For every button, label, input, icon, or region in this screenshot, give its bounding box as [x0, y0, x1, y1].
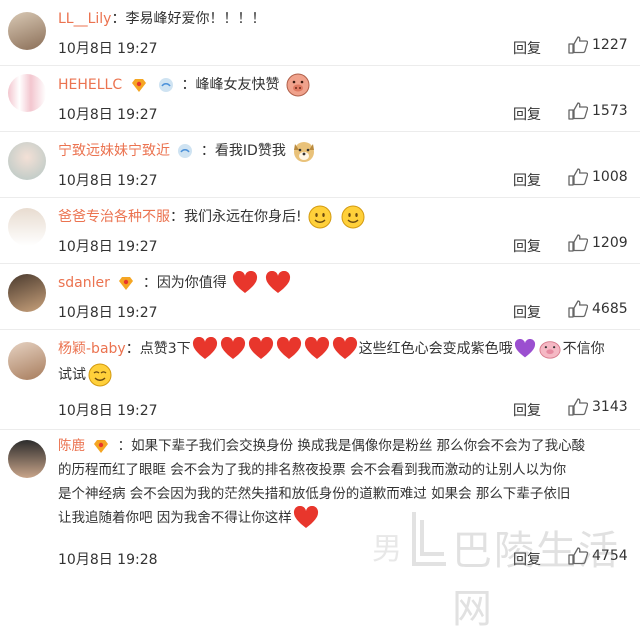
member-badge-icon — [159, 78, 174, 92]
member-badge-icon — [178, 144, 193, 158]
timestamp: 10月8日 19:27 — [58, 239, 158, 255]
comment-item: 杨颖-baby：点赞3下 这些红色心会变成紫色哦 不信你 试试 10月8日 19:27… — [0, 330, 640, 430]
username[interactable]: sdanler — [58, 275, 110, 291]
comment-text: 试试 — [58, 367, 86, 383]
timestamp: 10月8日 19:27 — [58, 403, 158, 419]
like-count: 1008 — [592, 169, 628, 185]
watermark-logo-icon — [412, 512, 446, 566]
avatar[interactable] — [8, 342, 46, 380]
heart-emoji-icon — [276, 337, 301, 359]
comment-text: 点赞3下 — [139, 341, 191, 357]
comment-text: 看我ID赞我 — [214, 143, 286, 159]
comment-item: 宁致远妹妹宁致近 ：看我ID赞我 10月8日 19:27 回复 1008 — [0, 132, 640, 198]
thumbs-up-icon — [568, 300, 588, 318]
vip-badge-icon — [94, 440, 109, 453]
username[interactable]: 陈鹿 — [58, 438, 85, 454]
heart-emoji-icon — [332, 337, 357, 359]
like-button[interactable]: 1227 — [568, 36, 628, 54]
comment-text-line: 爸爸专治各种不服：我们永远在你身后! — [58, 204, 630, 230]
like-count: 1573 — [592, 103, 628, 119]
timestamp: 10月8日 19:27 — [58, 41, 158, 57]
like-button[interactable]: 3143 — [568, 398, 628, 416]
avatar[interactable] — [8, 12, 46, 50]
heart-emoji-icon — [248, 337, 273, 359]
vip-badge-icon — [119, 277, 134, 290]
heart-emoji-icon — [265, 271, 290, 293]
reply-button[interactable]: 回复 — [513, 236, 541, 256]
like-count: 4685 — [592, 301, 628, 317]
thumbs-up-icon — [568, 102, 588, 120]
reply-button[interactable]: 回复 — [513, 38, 541, 58]
purple-heart-emoji-icon — [514, 339, 535, 358]
comment-text: 李易峰好爱你！！！！ — [125, 11, 266, 27]
comment-item: LL__Lily：李易峰好爱你！！！！ 10月8日 19:27 回复 1227 — [0, 0, 640, 66]
avatar[interactable] — [8, 74, 46, 112]
avatar[interactable] — [8, 440, 46, 478]
comment-text: 我们永远在你身后! — [184, 209, 302, 225]
avatar[interactable] — [8, 208, 46, 246]
timestamp: 10月8日 19:27 — [58, 173, 158, 189]
heart-emoji-icon — [233, 271, 258, 293]
comment-text: 让我追随着你吧 因为我舍不得让你这样 — [58, 510, 292, 526]
timestamp: 10月8日 19:27 — [58, 305, 158, 321]
watermark-text: 巴陵生活网 — [452, 528, 620, 632]
comment-text-line: sdanler ：因为你值得 — [58, 270, 630, 296]
comment-text: 因为你值得 — [156, 275, 227, 291]
comment-item: 爸爸专治各种不服：我们永远在你身后! 10月8日 19:27 回复 1209 — [0, 198, 640, 264]
like-button[interactable]: 1209 — [568, 234, 628, 252]
comment-item: HEHELLC ：峰峰女友快赞 10月8日 19:27 回复 1573 — [0, 66, 640, 132]
like-button[interactable]: 1008 — [568, 168, 628, 186]
like-button[interactable]: 4685 — [568, 300, 628, 318]
username[interactable]: HEHELLC — [58, 77, 122, 93]
avatar[interactable] — [8, 142, 46, 180]
heart-emoji-icon — [220, 337, 245, 359]
dog-emoji-icon — [294, 142, 315, 162]
heart-emoji-icon — [304, 337, 329, 359]
timestamp: 10月8日 19:28 — [58, 552, 158, 568]
like-count: 1209 — [592, 235, 628, 251]
reply-button[interactable]: 回复 — [513, 104, 541, 124]
username[interactable]: 爸爸专治各种不服 — [58, 209, 170, 225]
username[interactable]: 宁致远妹妹宁致近 — [58, 143, 170, 159]
comment-text-line: LL__Lily：李易峰好爱你！！！！ — [58, 11, 266, 27]
comment-text-line: 陈鹿 ：如果下辈子我们会交换身份 换成我是偶像你是粉丝 那么你会不会为了我心酸 … — [58, 434, 630, 530]
reply-button[interactable]: 回复 — [513, 400, 541, 420]
smile-emoji-icon — [88, 363, 112, 387]
thumbs-up-icon — [568, 398, 588, 416]
username[interactable]: LL__Lily — [58, 11, 111, 27]
watermark-prefix: 男 — [372, 532, 402, 567]
like-button[interactable]: 1573 — [568, 102, 628, 120]
like-count: 3143 — [592, 399, 628, 415]
thumbs-up-icon — [568, 36, 588, 54]
comment-text: 峰峰女友快赞 — [195, 77, 280, 93]
comment-text: 如果下辈子我们会交换身份 换成我是偶像你是粉丝 那么你会不会为了我心酸 — [131, 438, 586, 454]
username[interactable]: 杨颖-baby — [58, 341, 126, 357]
like-count: 1227 — [592, 37, 628, 53]
smile-emoji-icon — [341, 205, 365, 229]
comment-item: sdanler ：因为你值得 10月8日 19:27 回复 4685 — [0, 264, 640, 330]
pig-emoji-icon — [286, 73, 310, 97]
comment-text: 不信你 — [562, 341, 605, 357]
comment-text: 这些红色心会变成紫色哦 — [358, 341, 513, 357]
comment-text-line: 宁致远妹妹宁致近 ：看我ID赞我 — [58, 138, 630, 164]
heart-emoji-icon — [293, 506, 318, 528]
thumbs-up-icon — [568, 168, 588, 186]
timestamp: 10月8日 19:27 — [58, 107, 158, 123]
reply-button[interactable]: 回复 — [513, 302, 541, 322]
smile-emoji-icon — [308, 205, 332, 229]
reply-button[interactable]: 回复 — [513, 170, 541, 190]
thumbs-up-icon — [568, 234, 588, 252]
avatar[interactable] — [8, 274, 46, 312]
comment-text: 是个神经病 会不会因为我的茫然失措和放低身份的道歉而难过 如果会 那么下辈子依旧 — [58, 486, 571, 502]
comment-text-line: 杨颖-baby：点赞3下 这些红色心会变成紫色哦 不信你 试试 — [58, 336, 630, 388]
pig-emoji-icon — [539, 341, 561, 359]
heart-emoji-icon — [192, 337, 217, 359]
comment-text: 的历程而红了眼眶 会不会为了我的排名熬夜投票 会不会看到我而激动的让别人以为你 — [58, 462, 567, 478]
vip-badge-icon — [131, 79, 146, 92]
comment-text-line: HEHELLC ：峰峰女友快赞 — [58, 72, 630, 98]
